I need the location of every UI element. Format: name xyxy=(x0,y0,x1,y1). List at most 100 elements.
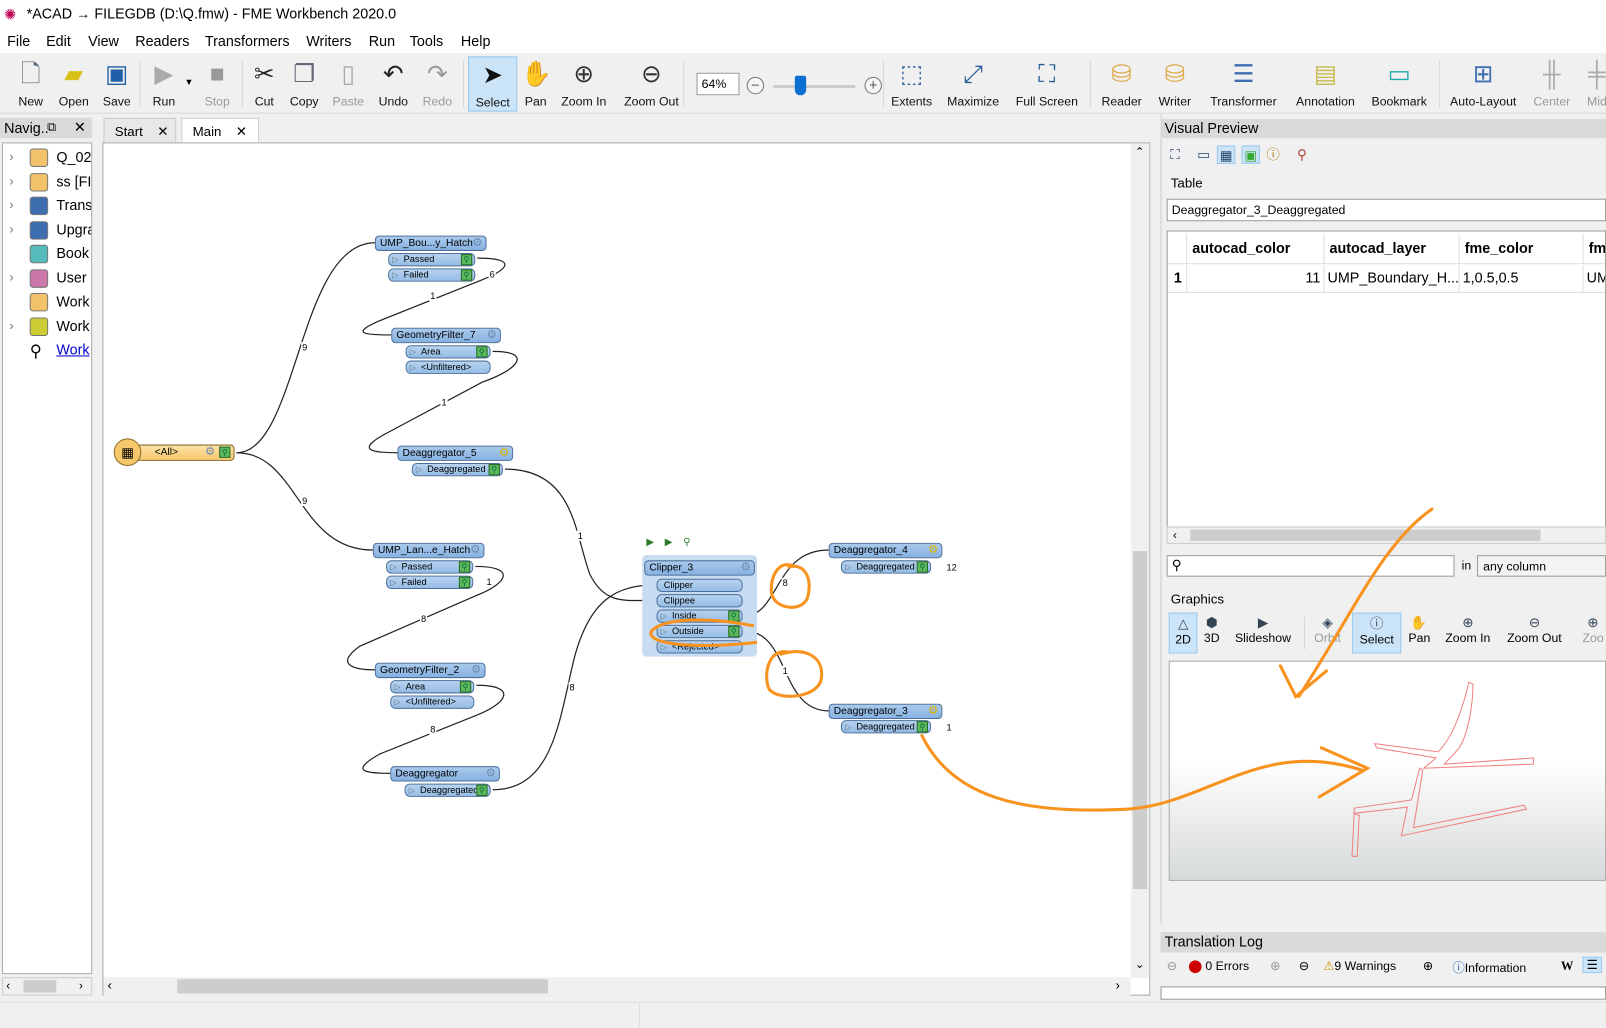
word-wrap-icon[interactable]: W xyxy=(1561,959,1573,974)
deaggregator-4-transformer[interactable]: Deaggregator_4 xyxy=(828,542,943,559)
graphics-2d-button[interactable]: △ 2D xyxy=(1168,612,1198,654)
next-error-icon[interactable]: ⊕ xyxy=(1270,959,1280,973)
graphics-zoom-out-button[interactable]: ⊖ Zoom Out xyxy=(1502,613,1568,654)
inspect-icon[interactable]: ⚲ xyxy=(458,576,471,588)
output-port-rejected[interactable]: <Rejected> xyxy=(656,640,743,654)
run-from-this-icon[interactable]: ▶ xyxy=(665,537,673,548)
zoom-slider-thumb[interactable] xyxy=(794,75,807,96)
deaggregator-3-transformer[interactable]: Deaggregator_3 xyxy=(828,703,943,720)
graphics-view-icon[interactable]: ▣ xyxy=(1241,145,1260,164)
line-numbers-icon[interactable]: ☰ xyxy=(1582,956,1602,974)
parameters-gear-icon[interactable]: ⚙ xyxy=(205,446,215,459)
translation-log-output[interactable] xyxy=(1160,986,1606,1000)
navigator-item-q-02[interactable]: › Q_02 xyxy=(3,146,91,169)
table-cell[interactable]: UMP_Boundary_H... xyxy=(1324,265,1460,293)
close-icon[interactable]: ✕ xyxy=(74,119,86,136)
select-features-icon[interactable]: ⛶ xyxy=(1166,145,1184,163)
run-dropdown-icon[interactable]: ▼ xyxy=(184,77,193,87)
undo-button[interactable]: ↶ Undo xyxy=(371,56,416,111)
bookmark-button[interactable]: ▭ Bookmark xyxy=(1368,56,1429,111)
menu-run[interactable]: Run xyxy=(369,33,395,49)
next-warning-icon[interactable]: ⊕ xyxy=(1423,959,1433,973)
zoom-plus-button[interactable]: + xyxy=(864,76,882,95)
inspect-icon[interactable]: ⚲ xyxy=(458,561,471,573)
select-button[interactable]: ➤ Select xyxy=(468,56,518,112)
inspect-icon[interactable]: ⚲ xyxy=(476,784,488,796)
parameters-gear-icon[interactable]: ⚙ xyxy=(472,237,482,250)
auto-layout-button[interactable]: ⊞ Auto-Layout xyxy=(1444,56,1522,111)
graphics-pan-button[interactable]: ✋ Pan xyxy=(1405,613,1432,654)
menu-help[interactable]: Help xyxy=(461,33,490,49)
transformer-button[interactable]: ☰ Transformer xyxy=(1204,56,1284,111)
inspect-icon[interactable]: ⚲ xyxy=(219,446,231,458)
menu-tools[interactable]: Tools xyxy=(410,33,443,49)
warnings-filter[interactable]: ⚠9 Warnings xyxy=(1323,959,1396,973)
paste-button[interactable]: ▯ Paste xyxy=(326,56,371,111)
table-cell[interactable]: 11 xyxy=(1187,265,1325,293)
parameters-gear-icon[interactable]: ⚙ xyxy=(928,705,938,718)
inspect-icon[interactable]: ⚲ xyxy=(459,681,472,693)
parameters-gear-icon[interactable]: ⚙ xyxy=(486,767,496,780)
column-header-autocad-color[interactable]: autocad_color xyxy=(1187,233,1325,265)
table-search-input[interactable]: ⚲ xyxy=(1166,555,1455,577)
table-horizontal-scrollbar[interactable]: ‹ xyxy=(1166,526,1606,544)
parameters-gear-icon[interactable]: ⚙ xyxy=(471,664,481,677)
navigator-item-work[interactable]: Work xyxy=(3,291,91,314)
inspect-icon[interactable]: ⚲ xyxy=(683,537,691,548)
geometryfilter-2-transformer[interactable]: GeometryFilter_2 xyxy=(374,662,486,679)
inspect-icon[interactable]: ⚲ xyxy=(476,346,488,358)
tab-start[interactable]: Start ✕ xyxy=(103,117,177,143)
menu-edit[interactable]: Edit xyxy=(46,33,71,49)
open-button[interactable]: ▰ Open xyxy=(53,56,94,111)
clipper-3-transformer[interactable]: Clipper_3 xyxy=(644,560,755,576)
expand-chevron-icon[interactable]: › xyxy=(9,317,13,332)
feature-table[interactable]: autocad_color autocad_layer fme_color fm… xyxy=(1166,230,1606,528)
stop-button[interactable]: ■ Stop xyxy=(197,56,238,111)
float-icon[interactable]: ⧉ xyxy=(47,120,56,135)
redo-button[interactable]: ↷ Redo xyxy=(415,56,460,111)
parameters-gear-icon[interactable]: ⚙ xyxy=(928,544,938,557)
zoom-slider[interactable] xyxy=(773,85,856,89)
expand-chevron-icon[interactable]: › xyxy=(9,173,13,188)
annotation-button[interactable]: ▤ Annotation xyxy=(1291,56,1361,111)
table-cell[interactable]: UM xyxy=(1583,265,1606,293)
row-index[interactable]: 1 xyxy=(1167,265,1188,293)
parameters-gear-icon[interactable]: ⚙ xyxy=(741,561,751,574)
inspect-icon[interactable]: ⚲ xyxy=(728,625,740,638)
copy-button[interactable]: ❐ Copy xyxy=(284,56,325,111)
column-header-autocad-layer[interactable]: autocad_layer xyxy=(1324,233,1460,265)
inspect-icon[interactable]: ⚲ xyxy=(916,721,929,733)
navigator-item-ss-fil[interactable]: › ss [FIL xyxy=(3,171,91,194)
menu-readers[interactable]: Readers xyxy=(135,33,189,49)
save-button[interactable]: ▣ Save xyxy=(95,56,138,111)
menu-view[interactable]: View xyxy=(88,33,119,49)
table-cell[interactable]: 1,0.5,0.5 xyxy=(1459,265,1584,293)
zoom-minus-button[interactable]: − xyxy=(746,76,765,95)
graphics-orbit-button[interactable]: ◈ Orbit xyxy=(1309,613,1346,654)
full-screen-button[interactable]: ⛶ Full Screen xyxy=(1010,56,1084,111)
navigator-item-user-p[interactable]: › User P xyxy=(3,267,91,290)
table-view-icon[interactable]: ▦ xyxy=(1216,145,1236,164)
inspect-icon[interactable]: ⚲ xyxy=(460,254,473,266)
new-button[interactable]: 🗋 New xyxy=(8,56,53,111)
deaggregator-5-transformer[interactable]: Deaggregator_5 xyxy=(397,445,514,461)
zoom-in-button[interactable]: ⊕ Zoom In xyxy=(556,56,611,111)
center-button[interactable]: ╫ Center xyxy=(1530,56,1573,111)
inspect-icon[interactable]: ⚲ xyxy=(460,269,473,281)
graphics-select-button[interactable]: ⓘ Select xyxy=(1352,612,1402,654)
previous-warning-icon[interactable]: ⊖ xyxy=(1299,959,1309,973)
output-port-unfiltered[interactable]: <Unfiltered> xyxy=(405,360,491,374)
graphics-zoom-in-button[interactable]: ⊕ Zoom In xyxy=(1438,613,1497,654)
canvas-horizontal-scrollbar[interactable]: ‹ › xyxy=(103,977,1131,996)
graphics-3d-button[interactable]: ⬢ 3D xyxy=(1200,613,1223,654)
expand-chevron-icon[interactable]: › xyxy=(9,221,13,236)
geometryfilter-7-transformer[interactable]: GeometryFilter_7 xyxy=(391,327,501,344)
navigator-item-work[interactable]: › Work xyxy=(3,315,91,338)
information-filter[interactable]: ⓘInformation xyxy=(1452,959,1526,976)
parameters-gear-icon[interactable]: ⚙ xyxy=(487,329,497,342)
tab-main[interactable]: Main ✕ xyxy=(181,117,260,143)
extents-button[interactable]: ⬚ Extents xyxy=(889,56,934,111)
input-port-clippee[interactable]: Clippee xyxy=(656,594,743,608)
navigator-item-trans[interactable]: › Trans xyxy=(3,195,91,218)
graphics-zoo-button[interactable]: ⊕ Zoo xyxy=(1579,613,1606,654)
